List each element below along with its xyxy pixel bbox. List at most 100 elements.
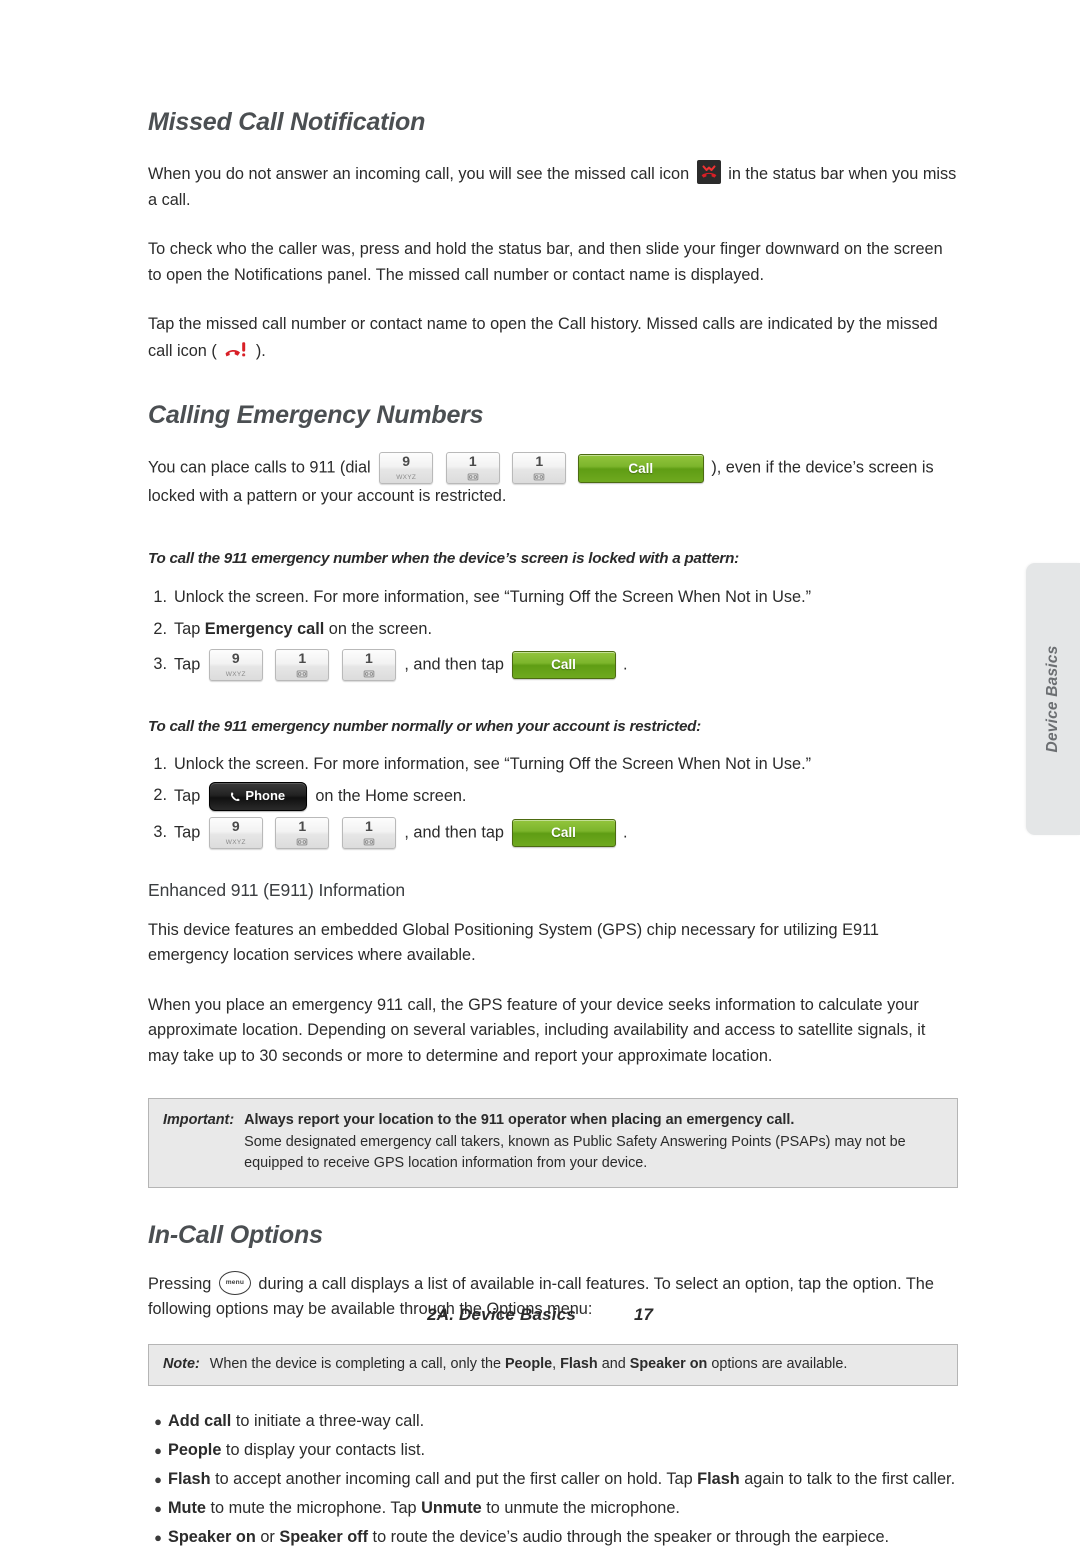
option-label: Speaker on	[168, 1528, 256, 1546]
step-text-before: Tap	[174, 822, 201, 841]
voicemail-icon	[297, 670, 308, 677]
dial-key-9-letters: WXYZ	[225, 838, 246, 846]
dial-key-1-second[interactable]: 1	[341, 648, 396, 681]
dial-key-1-number: 1	[364, 817, 373, 834]
voicemail-icon	[297, 838, 308, 845]
in-call-intro-before: Pressing	[148, 1274, 212, 1293]
call-button[interactable]: Call	[577, 453, 704, 483]
note-option-flash: Flash	[560, 1355, 598, 1372]
paragraph-emergency-intro: You can place calls to 911 (dial 9 WXYZ …	[148, 452, 958, 510]
option-label: Flash	[168, 1470, 211, 1488]
phone-button[interactable]: Phone	[208, 781, 307, 811]
bullet-icon: ●	[154, 1414, 162, 1429]
list-item-text: Mute to mute the microphone. Tap Unmute …	[168, 1496, 958, 1521]
step-item: 2. Tap Emergency call on the screen.	[148, 616, 958, 642]
bullet-icon: ●	[154, 1472, 162, 1487]
step-text-middle: , and then tap	[404, 654, 504, 673]
step-text: Unlock the screen. For more information,…	[174, 587, 812, 606]
procedure-heading-normal-restricted: To call the 911 emergency number normall…	[148, 717, 701, 735]
note-body: When the device is completing a call, on…	[210, 1354, 943, 1376]
voicemail-icon	[363, 670, 375, 677]
footer-page-number: 17	[634, 1305, 653, 1324]
step-text: Tap 9 WXYZ 1 1 , and then tap Call .	[174, 816, 958, 849]
heading-missed-call-notification: Missed Call Notification	[148, 108, 426, 136]
step-number: 3.	[153, 822, 167, 841]
list-item-text: Add call to initiate a three-way call.	[168, 1409, 958, 1434]
side-tab-device-basics: Device Basics	[1026, 563, 1080, 835]
bullet-icon: ●	[154, 1443, 162, 1458]
important-line-2: Some designated emergency call takers, k…	[244, 1133, 906, 1172]
step-text-after: .	[623, 822, 628, 841]
heading-in-call-options: In-Call Options	[148, 1220, 323, 1249]
voicemail-icon	[363, 838, 375, 845]
step-text: Tap Phone on the Home screen.	[174, 781, 958, 811]
option-label-secondary: Unmute	[421, 1499, 482, 1517]
option-description: to initiate a three-way call.	[235, 1412, 425, 1430]
heading-calling-emergency-numbers: Calling Emergency Numbers	[148, 401, 484, 429]
note-option-speaker-on: Speaker on	[629, 1355, 708, 1372]
paragraph-missed-call-icon: When you do not answer an incoming call,…	[148, 160, 958, 213]
step-text-after: on the Home screen.	[315, 786, 467, 805]
paragraph-call-history: Tap the missed call number or contact na…	[148, 312, 958, 364]
dial-key-9-letters: WXYZ	[396, 474, 417, 481]
call-button[interactable]: Call	[511, 650, 616, 679]
step-number: 1.	[153, 754, 167, 773]
note-sep-1: ,	[552, 1355, 557, 1372]
list-item-text: Speaker on or Speaker off to route the d…	[168, 1525, 958, 1550]
list-item-text: People to display your contacts list.	[168, 1438, 958, 1463]
step-item: 1. Unlock the screen. For more informati…	[148, 751, 958, 777]
note-text-before: When the device is completing a call, on…	[209, 1355, 501, 1372]
list-item: ● Mute to mute the microphone. Tap Unmut…	[148, 1496, 958, 1521]
list-item: ● Add call to initiate a three-way call.	[148, 1409, 958, 1434]
list-item: ● People to display your contacts list.	[148, 1438, 958, 1463]
list-item: ● Speaker on or Speaker off to route the…	[148, 1525, 958, 1550]
phone-button-label: Phone	[245, 788, 286, 803]
step-number: 2.	[153, 786, 167, 805]
voicemail-icon	[533, 473, 545, 481]
list-item-text: Flash to accept another incoming call an…	[168, 1467, 958, 1492]
step-number: 1.	[153, 587, 167, 606]
option-label: Mute	[168, 1499, 206, 1517]
missed-call-text-before: When you do not answer an incoming call,…	[148, 165, 690, 183]
dial-key-1-number: 1	[468, 453, 477, 469]
menu-key-icon[interactable]: menu	[218, 1270, 251, 1295]
step-text: Tap Emergency call on the screen.	[174, 616, 958, 642]
dial-key-1-first[interactable]: 1	[445, 452, 500, 484]
voicemail-icon	[467, 473, 479, 481]
list-item: ● Flash to accept another incoming call …	[148, 1467, 958, 1492]
footer-chapter-title: 2A. Device Basics	[427, 1305, 577, 1324]
dial-key-1-first[interactable]: 1	[275, 816, 330, 849]
dial-key-1-second[interactable]: 1	[341, 816, 396, 849]
dial-key-9[interactable]: 9 WXYZ	[208, 648, 263, 681]
dial-key-1-first[interactable]: 1	[275, 648, 330, 681]
option-label-secondary: Flash	[697, 1470, 740, 1488]
step-number: 3.	[153, 654, 167, 673]
note-callout: Note: When the device is completing a ca…	[148, 1343, 958, 1386]
call-button[interactable]: Call	[511, 818, 616, 847]
emergency-intro-before: You can place calls to 911 (dial	[148, 458, 371, 477]
option-description: to mute the microphone. Tap	[210, 1499, 417, 1517]
dial-key-1-number: 1	[298, 649, 307, 666]
missed-call-statusbar-icon	[696, 160, 721, 184]
step-text-after: .	[623, 654, 628, 673]
step-text: Unlock the screen. For more information,…	[174, 754, 812, 773]
step-text: Tap 9 WXYZ 1 1 , and then tap Call .	[174, 648, 958, 681]
dial-key-9-number: 9	[231, 649, 240, 666]
side-tab-label: Device Basics	[1044, 645, 1061, 753]
missed-call-list-icon	[223, 338, 249, 362]
heading-enhanced-911: Enhanced 911 (E911) Information	[148, 879, 405, 900]
important-line-1: Always report your location to the 911 o…	[244, 1112, 795, 1128]
dial-key-1-second[interactable]: 1	[512, 452, 567, 484]
step-item: 1. Unlock the screen. For more informati…	[148, 584, 958, 610]
important-label: Important:	[163, 1112, 235, 1128]
dial-key-9[interactable]: 9 WXYZ	[208, 816, 263, 849]
option-description: to accept another incoming call and put …	[215, 1470, 693, 1488]
menu-key-label: menu	[225, 1278, 245, 1286]
dial-key-9[interactable]: 9 WXYZ	[379, 452, 434, 484]
paragraph-e911-gps-chip: This device features an embedded Global …	[148, 920, 879, 965]
emergency-call-label: Emergency call	[204, 619, 325, 638]
call-history-text-before: Tap the missed call number or contact na…	[148, 315, 938, 360]
step-text-before: Tap	[174, 786, 201, 805]
note-option-people: People	[504, 1355, 553, 1372]
step-text-after: on the screen.	[328, 619, 432, 638]
